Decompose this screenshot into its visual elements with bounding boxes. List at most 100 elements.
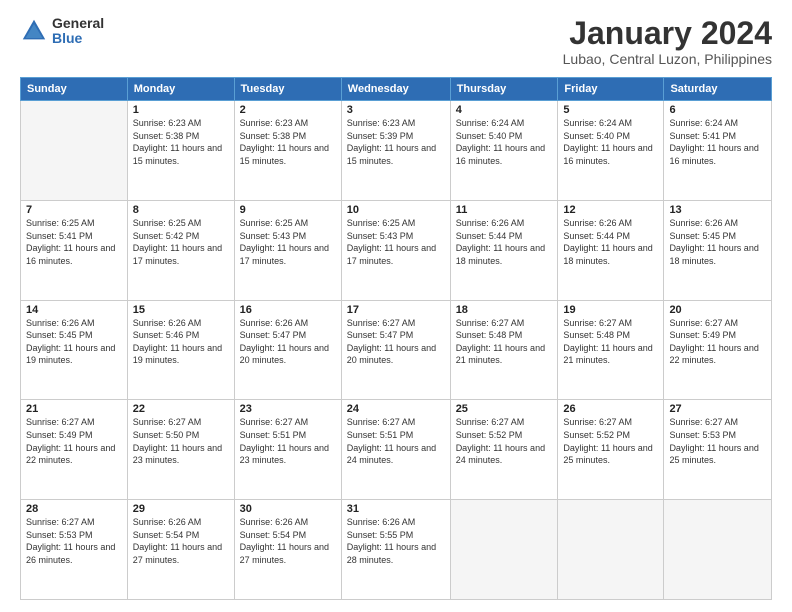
day-info: Sunrise: 6:26 AMSunset: 5:44 PMDaylight:… <box>456 217 553 267</box>
day-number: 13 <box>669 204 766 216</box>
calendar-cell: 26Sunrise: 6:27 AMSunset: 5:52 PMDayligh… <box>558 400 664 500</box>
calendar-cell: 23Sunrise: 6:27 AMSunset: 5:51 PMDayligh… <box>234 400 341 500</box>
day-header-sunday: Sunday <box>21 78 128 101</box>
day-number: 10 <box>347 204 445 216</box>
day-info: Sunrise: 6:26 AMSunset: 5:54 PMDaylight:… <box>240 516 336 566</box>
day-number: 17 <box>347 304 445 316</box>
logo-icon <box>20 17 48 45</box>
day-info: Sunrise: 6:27 AMSunset: 5:52 PMDaylight:… <box>456 416 553 466</box>
day-number: 30 <box>240 503 336 515</box>
day-number: 29 <box>133 503 229 515</box>
day-info: Sunrise: 6:27 AMSunset: 5:48 PMDaylight:… <box>456 317 553 367</box>
day-info: Sunrise: 6:25 AMSunset: 5:42 PMDaylight:… <box>133 217 229 267</box>
day-info: Sunrise: 6:27 AMSunset: 5:49 PMDaylight:… <box>26 416 122 466</box>
calendar-cell: 10Sunrise: 6:25 AMSunset: 5:43 PMDayligh… <box>341 200 450 300</box>
day-info: Sunrise: 6:23 AMSunset: 5:38 PMDaylight:… <box>133 117 229 167</box>
day-header-tuesday: Tuesday <box>234 78 341 101</box>
calendar-cell: 6Sunrise: 6:24 AMSunset: 5:41 PMDaylight… <box>664 101 772 201</box>
day-number: 1 <box>133 104 229 116</box>
location: Lubao, Central Luzon, Philippines <box>563 51 772 67</box>
week-row: 28Sunrise: 6:27 AMSunset: 5:53 PMDayligh… <box>21 500 772 600</box>
day-number: 25 <box>456 403 553 415</box>
calendar-cell: 29Sunrise: 6:26 AMSunset: 5:54 PMDayligh… <box>127 500 234 600</box>
day-number: 11 <box>456 204 553 216</box>
day-info: Sunrise: 6:27 AMSunset: 5:53 PMDaylight:… <box>26 516 122 566</box>
day-number: 22 <box>133 403 229 415</box>
day-info: Sunrise: 6:26 AMSunset: 5:44 PMDaylight:… <box>563 217 658 267</box>
day-info: Sunrise: 6:26 AMSunset: 5:46 PMDaylight:… <box>133 317 229 367</box>
calendar-cell <box>450 500 558 600</box>
week-row: 1Sunrise: 6:23 AMSunset: 5:38 PMDaylight… <box>21 101 772 201</box>
day-number: 15 <box>133 304 229 316</box>
calendar-cell: 4Sunrise: 6:24 AMSunset: 5:40 PMDaylight… <box>450 101 558 201</box>
calendar-cell: 24Sunrise: 6:27 AMSunset: 5:51 PMDayligh… <box>341 400 450 500</box>
calendar-cell: 31Sunrise: 6:26 AMSunset: 5:55 PMDayligh… <box>341 500 450 600</box>
calendar-cell <box>558 500 664 600</box>
calendar-cell: 5Sunrise: 6:24 AMSunset: 5:40 PMDaylight… <box>558 101 664 201</box>
day-number: 16 <box>240 304 336 316</box>
calendar-cell: 22Sunrise: 6:27 AMSunset: 5:50 PMDayligh… <box>127 400 234 500</box>
day-info: Sunrise: 6:24 AMSunset: 5:40 PMDaylight:… <box>456 117 553 167</box>
calendar-cell: 25Sunrise: 6:27 AMSunset: 5:52 PMDayligh… <box>450 400 558 500</box>
day-number: 7 <box>26 204 122 216</box>
day-header-thursday: Thursday <box>450 78 558 101</box>
day-number: 20 <box>669 304 766 316</box>
day-number: 23 <box>240 403 336 415</box>
day-number: 4 <box>456 104 553 116</box>
day-info: Sunrise: 6:27 AMSunset: 5:49 PMDaylight:… <box>669 317 766 367</box>
day-number: 8 <box>133 204 229 216</box>
logo-text: General Blue <box>52 16 104 47</box>
calendar-cell <box>664 500 772 600</box>
day-header-monday: Monday <box>127 78 234 101</box>
day-number: 9 <box>240 204 336 216</box>
day-info: Sunrise: 6:25 AMSunset: 5:43 PMDaylight:… <box>347 217 445 267</box>
day-info: Sunrise: 6:23 AMSunset: 5:39 PMDaylight:… <box>347 117 445 167</box>
week-row: 14Sunrise: 6:26 AMSunset: 5:45 PMDayligh… <box>21 300 772 400</box>
calendar-cell: 21Sunrise: 6:27 AMSunset: 5:49 PMDayligh… <box>21 400 128 500</box>
day-info: Sunrise: 6:27 AMSunset: 5:48 PMDaylight:… <box>563 317 658 367</box>
calendar-cell: 18Sunrise: 6:27 AMSunset: 5:48 PMDayligh… <box>450 300 558 400</box>
calendar-cell: 12Sunrise: 6:26 AMSunset: 5:44 PMDayligh… <box>558 200 664 300</box>
day-info: Sunrise: 6:26 AMSunset: 5:45 PMDaylight:… <box>26 317 122 367</box>
day-number: 6 <box>669 104 766 116</box>
calendar-cell: 3Sunrise: 6:23 AMSunset: 5:39 PMDaylight… <box>341 101 450 201</box>
calendar-cell: 14Sunrise: 6:26 AMSunset: 5:45 PMDayligh… <box>21 300 128 400</box>
calendar-cell: 2Sunrise: 6:23 AMSunset: 5:38 PMDaylight… <box>234 101 341 201</box>
title-block: January 2024 Lubao, Central Luzon, Phili… <box>563 16 772 67</box>
day-number: 2 <box>240 104 336 116</box>
day-header-saturday: Saturday <box>664 78 772 101</box>
day-info: Sunrise: 6:25 AMSunset: 5:43 PMDaylight:… <box>240 217 336 267</box>
day-info: Sunrise: 6:27 AMSunset: 5:50 PMDaylight:… <box>133 416 229 466</box>
calendar-cell: 8Sunrise: 6:25 AMSunset: 5:42 PMDaylight… <box>127 200 234 300</box>
day-number: 24 <box>347 403 445 415</box>
calendar-cell: 1Sunrise: 6:23 AMSunset: 5:38 PMDaylight… <box>127 101 234 201</box>
calendar-table: SundayMondayTuesdayWednesdayThursdayFrid… <box>20 77 772 600</box>
day-info: Sunrise: 6:26 AMSunset: 5:55 PMDaylight:… <box>347 516 445 566</box>
day-info: Sunrise: 6:27 AMSunset: 5:51 PMDaylight:… <box>240 416 336 466</box>
calendar-cell: 9Sunrise: 6:25 AMSunset: 5:43 PMDaylight… <box>234 200 341 300</box>
day-number: 18 <box>456 304 553 316</box>
day-number: 19 <box>563 304 658 316</box>
calendar-cell: 16Sunrise: 6:26 AMSunset: 5:47 PMDayligh… <box>234 300 341 400</box>
day-number: 28 <box>26 503 122 515</box>
day-number: 27 <box>669 403 766 415</box>
day-info: Sunrise: 6:25 AMSunset: 5:41 PMDaylight:… <box>26 217 122 267</box>
day-info: Sunrise: 6:26 AMSunset: 5:54 PMDaylight:… <box>133 516 229 566</box>
page: General Blue January 2024 Lubao, Central… <box>0 0 792 612</box>
day-number: 21 <box>26 403 122 415</box>
calendar-cell: 15Sunrise: 6:26 AMSunset: 5:46 PMDayligh… <box>127 300 234 400</box>
header-row: SundayMondayTuesdayWednesdayThursdayFrid… <box>21 78 772 101</box>
day-info: Sunrise: 6:27 AMSunset: 5:52 PMDaylight:… <box>563 416 658 466</box>
calendar-cell: 30Sunrise: 6:26 AMSunset: 5:54 PMDayligh… <box>234 500 341 600</box>
day-header-friday: Friday <box>558 78 664 101</box>
day-info: Sunrise: 6:27 AMSunset: 5:53 PMDaylight:… <box>669 416 766 466</box>
day-number: 3 <box>347 104 445 116</box>
day-info: Sunrise: 6:27 AMSunset: 5:47 PMDaylight:… <box>347 317 445 367</box>
week-row: 7Sunrise: 6:25 AMSunset: 5:41 PMDaylight… <box>21 200 772 300</box>
day-info: Sunrise: 6:27 AMSunset: 5:51 PMDaylight:… <box>347 416 445 466</box>
day-number: 12 <box>563 204 658 216</box>
day-number: 5 <box>563 104 658 116</box>
day-info: Sunrise: 6:26 AMSunset: 5:47 PMDaylight:… <box>240 317 336 367</box>
calendar-cell: 19Sunrise: 6:27 AMSunset: 5:48 PMDayligh… <box>558 300 664 400</box>
logo-general: General <box>52 16 104 31</box>
